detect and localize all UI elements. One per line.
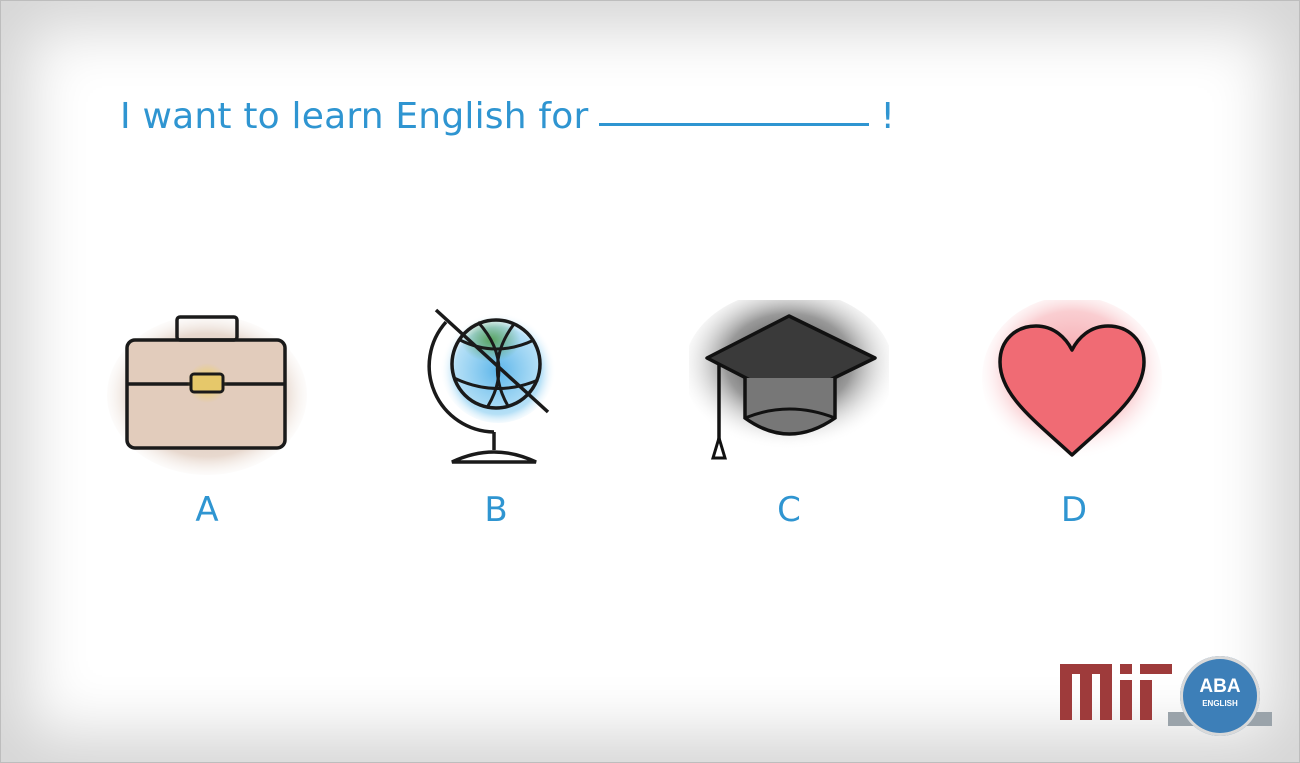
aba-english-logo: ABA ENGLISH bbox=[1180, 656, 1260, 736]
option-a[interactable]: A bbox=[107, 300, 307, 540]
option-b[interactable]: B bbox=[396, 300, 596, 540]
option-c[interactable]: C bbox=[689, 300, 889, 540]
option-letter: D bbox=[1060, 490, 1088, 530]
option-d[interactable]: D bbox=[974, 300, 1174, 540]
mit-logo bbox=[1060, 664, 1172, 720]
option-letter: C bbox=[777, 490, 801, 530]
question-suffix: ! bbox=[880, 96, 896, 137]
logos-area: ABA ENGLISH bbox=[1060, 656, 1280, 736]
option-letter: B bbox=[484, 490, 508, 530]
heart-icon bbox=[982, 300, 1162, 460]
answer-blank bbox=[598, 123, 869, 126]
question-text: I want to learn English for! bbox=[120, 96, 895, 137]
briefcase-icon bbox=[107, 315, 307, 475]
question-prefix: I want to learn English for bbox=[120, 96, 589, 137]
option-letter: A bbox=[195, 490, 219, 530]
globe-icon bbox=[427, 307, 556, 464]
graduation-cap-icon bbox=[689, 300, 889, 460]
